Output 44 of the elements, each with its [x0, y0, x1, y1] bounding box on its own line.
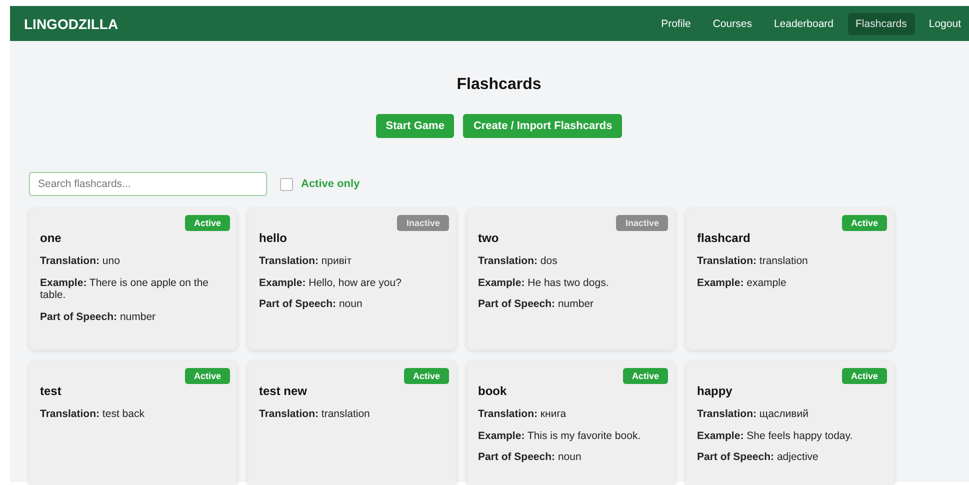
card-field: Translation: щасливий — [697, 408, 887, 421]
card-field: Translation: uno — [40, 255, 230, 268]
card-field: Example: There is one apple on the table. — [40, 276, 230, 302]
card-field: Translation: привіт — [259, 255, 449, 268]
brand-logo[interactable]: LINGODZILLA — [24, 16, 118, 32]
card-field: Example: She feels happy today. — [697, 430, 887, 442]
card-field: Translation: translation — [697, 255, 887, 268]
card-field: Part of Speech: noun — [259, 298, 449, 311]
nav-link[interactable]: Profile — [653, 12, 699, 34]
status-badge: Active — [842, 215, 887, 231]
card-field: Part of Speech: number — [40, 310, 230, 324]
status-badge: Active — [404, 368, 449, 384]
card-word: test — [40, 384, 62, 398]
card-word: hello — [259, 231, 288, 245]
card-field: Part of Speech: adjective — [697, 451, 887, 464]
card-field: Example: Hello, how are you? — [259, 276, 449, 290]
status-badge: Inactive — [397, 215, 449, 231]
card-field: Translation: dos — [478, 255, 668, 268]
status-badge: Active — [622, 368, 668, 384]
card-word: book — [478, 384, 508, 398]
card-word: test new — [259, 384, 308, 398]
card-field: Translation: test back — [40, 408, 230, 421]
status-badge: Active — [184, 215, 230, 231]
page-title: Flashcards — [456, 76, 542, 94]
card-word: happy — [697, 384, 734, 398]
card-word: one — [40, 231, 62, 245]
card-field: Example: example — [697, 276, 887, 290]
card-field: Part of Speech: noun — [478, 451, 668, 464]
nav-link[interactable]: Courses — [704, 12, 760, 34]
card-word: two — [478, 231, 500, 245]
status-badge: Active — [842, 368, 887, 384]
search-field[interactable]: Search flashcards... — [29, 172, 267, 196]
checkbox[interactable] — [280, 178, 293, 190]
card-field: Example: He has two dogs. — [478, 276, 668, 290]
nav-link[interactable]: Leaderboard — [766, 12, 842, 34]
card-field: Part of Speech: number — [478, 298, 668, 311]
card-word: flashcard — [697, 231, 752, 245]
nav-link[interactable]: Logout — [920, 12, 969, 34]
status-badge: Active — [184, 368, 230, 384]
status-badge: Inactive — [616, 215, 668, 231]
card-field: Translation: книга — [478, 408, 668, 421]
card-field: Translation: translation — [259, 408, 449, 421]
card-field: Example: This is my favorite book. — [478, 430, 668, 442]
nav-link[interactable]: Flashcards — [848, 12, 915, 34]
